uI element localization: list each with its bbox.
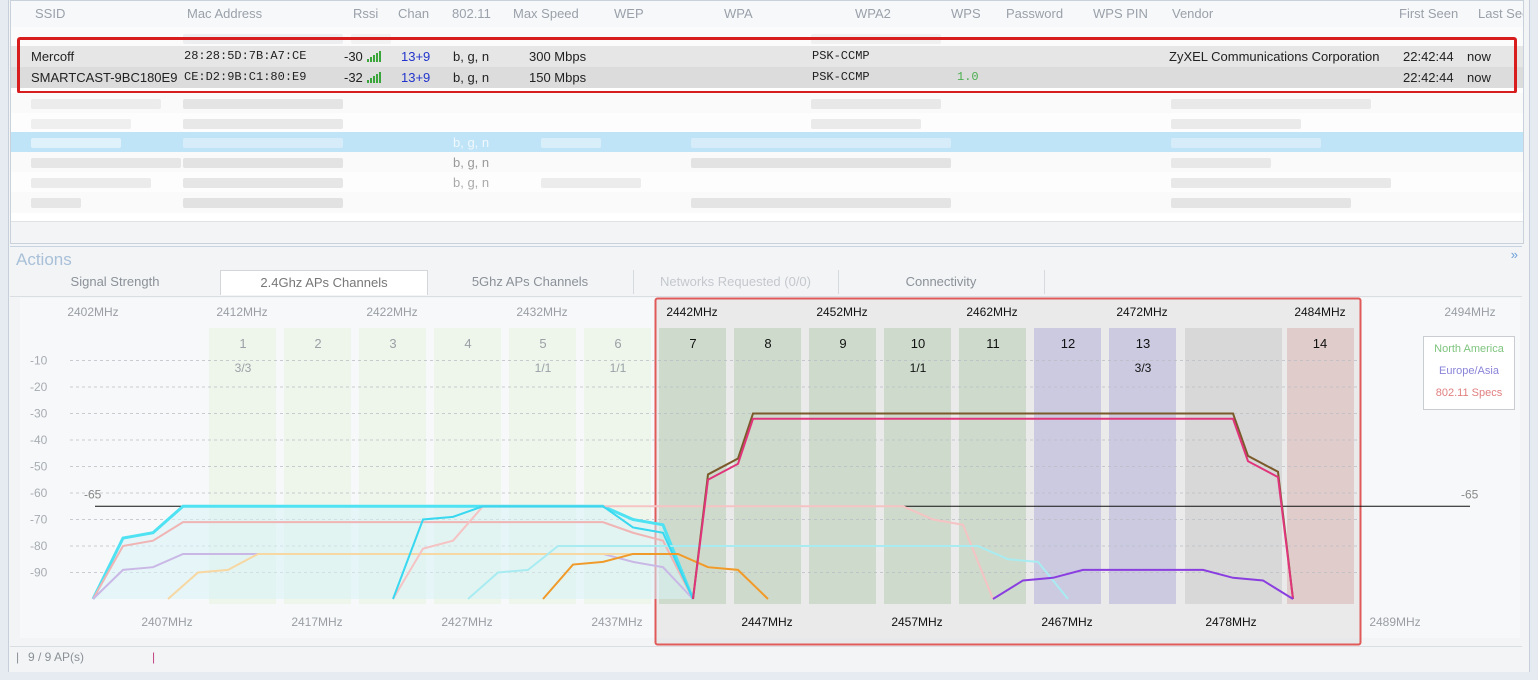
bottom-freq-label: 2457MHz (891, 615, 942, 629)
bottom-freq-label: 2417MHz (291, 615, 342, 629)
legend-80211-specs: 802.11 Specs (1435, 387, 1503, 399)
top-freq-label: 2442MHz (666, 305, 717, 319)
channel-number: 5 (539, 336, 546, 351)
top-freq-label: 2422MHz (366, 305, 417, 319)
channel-number: 11 (986, 336, 1000, 351)
y-tick-label: -70 (30, 513, 48, 527)
channel-count: 1/1 (535, 361, 552, 375)
channel-number: 12 (1061, 336, 1075, 351)
channel-number: 13 (1136, 336, 1150, 351)
top-freq-label: 2402MHz (67, 305, 118, 319)
y-tick-label: -60 (30, 486, 48, 500)
bottom-freq-label: 2478MHz (1205, 615, 1256, 629)
channel-number: 6 (614, 336, 621, 351)
channel-number: 2 (314, 336, 321, 351)
channel-number: 14 (1313, 336, 1327, 351)
top-freq-label: 2494MHz (1444, 305, 1495, 319)
ap-count: 9 / 9 AP(s) (28, 650, 85, 664)
top-freq-label: 2412MHz (216, 305, 267, 319)
y-tick-label: -40 (30, 433, 48, 447)
channel-number: 4 (464, 336, 471, 351)
top-freq-label: 2472MHz (1116, 305, 1167, 319)
channel-chart: -10 -20 -30 -40 -50 -60 -70 -80 -90 -65 -65 2402MHz… (20, 297, 1520, 646)
channel-number: 9 (839, 336, 846, 351)
top-freq-label: 2432MHz (516, 305, 567, 319)
channel-number: 7 (689, 336, 696, 351)
bottom-freq-label: 2489MHz (1369, 615, 1420, 629)
channel-number: 8 (764, 336, 771, 351)
y-tick-label: -30 (30, 407, 48, 421)
y-tick-label: -80 (30, 539, 48, 553)
channel-count: 1/1 (910, 361, 927, 375)
legend-north-america: North America (1434, 343, 1504, 355)
bottom-freq-label: 2407MHz (141, 615, 192, 629)
channel-count: 1/1 (610, 361, 627, 375)
bottom-freq-label: 2467MHz (1041, 615, 1092, 629)
chart-legend: North America Europe/Asia 802.11 Specs (1423, 336, 1515, 410)
y-tick-label: -20 (30, 380, 48, 394)
bottom-freq-label: 2447MHz (741, 615, 792, 629)
channel-count: 3/3 (1135, 361, 1152, 375)
threshold-label: -65 (84, 487, 102, 501)
channel-number: 3 (389, 336, 396, 351)
status-divider: | (16, 650, 20, 664)
status-bar: | 9 / 9 AP(s) | (10, 646, 1522, 669)
channel-number: 10 (911, 336, 925, 351)
threshold-label: -65 (1461, 487, 1479, 501)
y-tick-label: -50 (30, 460, 48, 474)
legend-europe-asia: Europe/Asia (1439, 365, 1499, 377)
status-divider: | (152, 650, 156, 664)
channel-number: 1 (239, 336, 246, 351)
bottom-freq-label: 2437MHz (591, 615, 642, 629)
bottom-freq-label: 2427MHz (441, 615, 492, 629)
channel-count: 3/3 (235, 361, 252, 375)
y-tick-label: -10 (30, 354, 48, 368)
y-tick-label: -90 (30, 566, 48, 580)
top-freq-label: 2462MHz (966, 305, 1017, 319)
top-freq-label: 2452MHz (816, 305, 867, 319)
top-freq-label: 2484MHz (1294, 305, 1345, 319)
